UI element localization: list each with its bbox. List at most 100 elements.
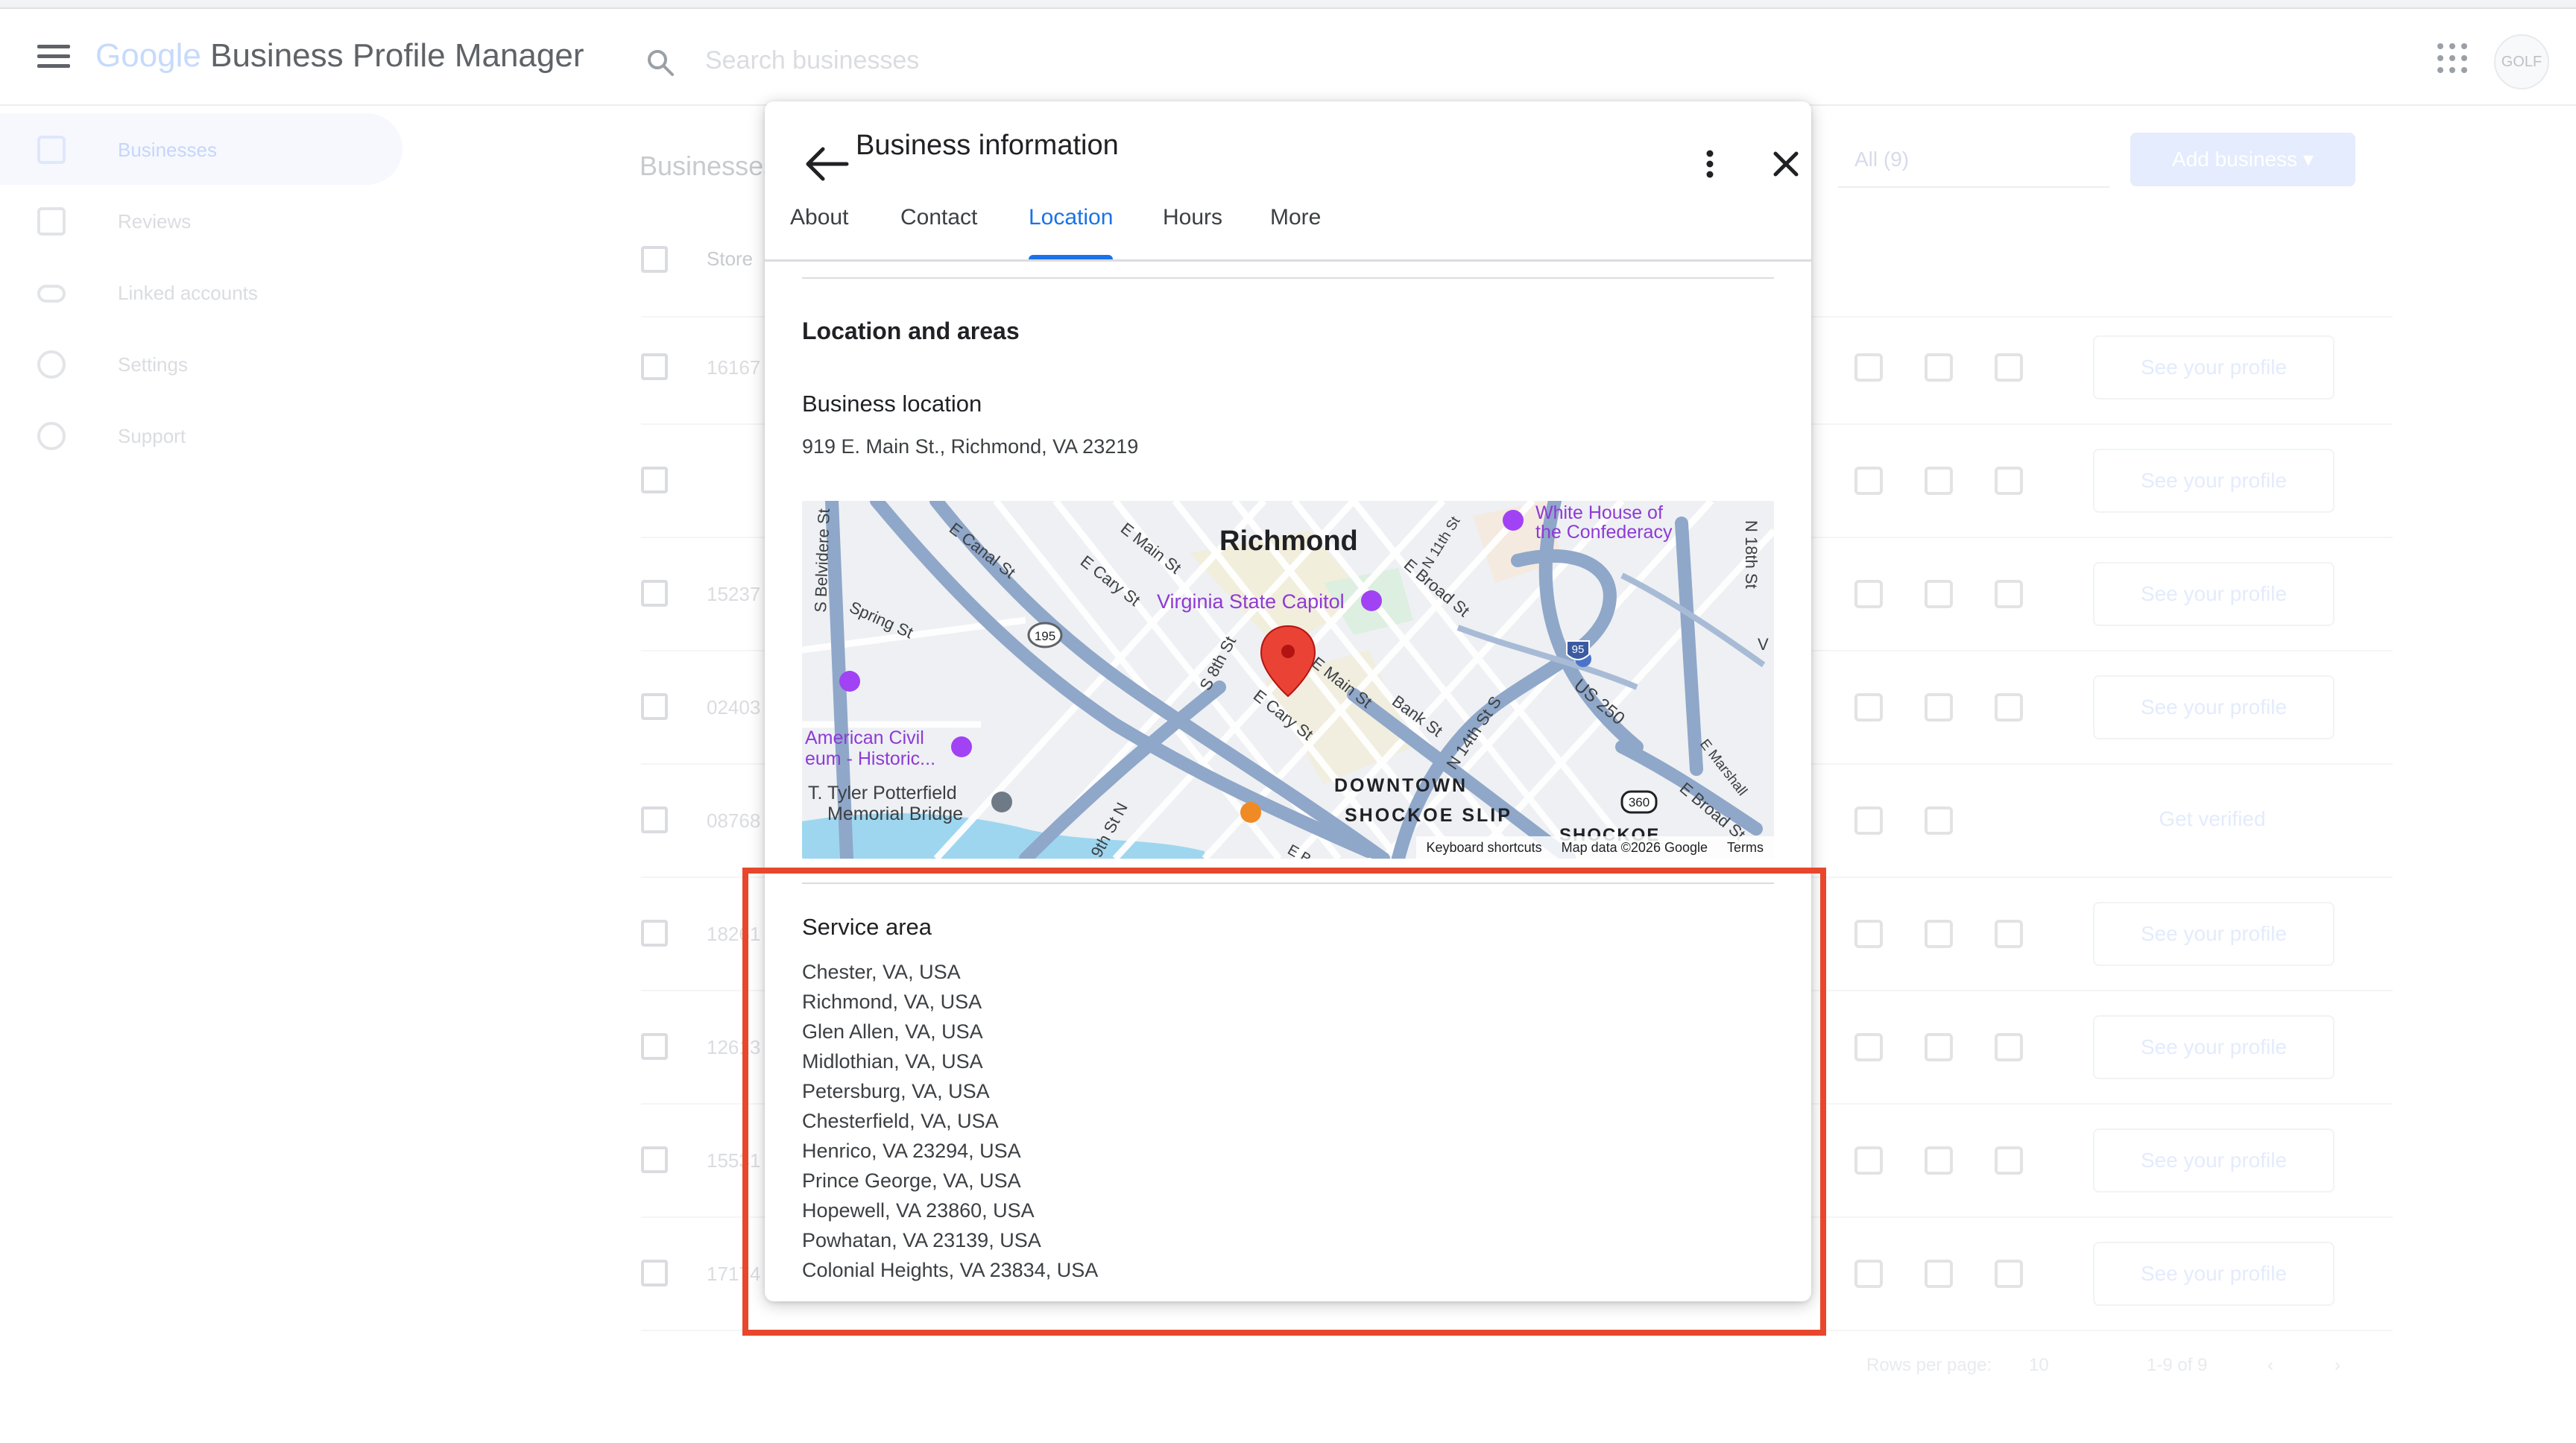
map-label-bridge: T. Tyler Potterfield (808, 783, 957, 803)
store-code: 15237 (707, 583, 761, 605)
add-post-icon[interactable] (1995, 580, 2023, 608)
route-360-label: 360 (1629, 795, 1650, 809)
row-checkbox[interactable] (641, 920, 668, 947)
search-input[interactable]: Search businesses (705, 46, 919, 75)
tab-label: Location (1029, 205, 1114, 230)
tab-hours[interactable]: Hours (1163, 203, 1222, 259)
rows-per-page-select[interactable]: 10 (2029, 1355, 2049, 1376)
see-your-profile-button[interactable]: See your profile (2093, 1015, 2334, 1079)
get-verified-button[interactable]: Get verified (2093, 789, 2332, 850)
add-photo-icon[interactable] (1925, 693, 1953, 722)
top-edge (0, 0, 2576, 9)
avatar[interactable]: GOLF (2494, 34, 2549, 89)
row-checkbox[interactable] (641, 806, 668, 833)
add-post-icon[interactable] (1995, 693, 2023, 722)
row-checkbox[interactable] (641, 1146, 668, 1173)
edit-icon[interactable] (1854, 1033, 1883, 1061)
dialog-title: Business information (856, 130, 1119, 161)
tab-more[interactable]: More (1270, 203, 1321, 259)
map-street-belvidere: S Belvidere St (811, 508, 833, 613)
store-code: 02403 (707, 696, 761, 719)
tab-label: Hours (1163, 205, 1223, 230)
add-post-icon[interactable] (1995, 467, 2023, 495)
see-your-profile-button[interactable]: See your profile (2093, 449, 2334, 513)
search-icon (648, 50, 674, 76)
add-photo-icon[interactable] (1925, 920, 1953, 948)
see-your-profile-button[interactable]: See your profile (2093, 335, 2334, 400)
column-header: Store (707, 247, 754, 270)
edit-icon[interactable] (1854, 1146, 1883, 1175)
see-your-profile-button[interactable]: See your profile (2093, 902, 2334, 966)
row-checkbox[interactable] (641, 1260, 668, 1286)
tab-about[interactable]: About (790, 203, 848, 259)
map-label-white-house-2: the Confederacy (1535, 522, 1673, 543)
add-photo-icon[interactable] (1925, 806, 1953, 835)
menu-icon[interactable] (37, 45, 70, 68)
app-brand[interactable]: Google Business Profile Manager (95, 37, 584, 75)
edit-icon[interactable] (1854, 920, 1883, 948)
add-photo-icon[interactable] (1925, 1033, 1953, 1061)
add-photo-icon[interactable] (1925, 1146, 1953, 1175)
add-post-icon[interactable] (1995, 1033, 2023, 1061)
route-195-shield: 195 (1027, 622, 1063, 648)
edit-icon[interactable] (1854, 353, 1883, 382)
see-your-profile-button[interactable]: See your profile (2093, 1128, 2334, 1193)
sidebar-item-label: Settings (118, 353, 188, 376)
add-photo-icon[interactable] (1925, 353, 1953, 382)
map-footer: Keyboard shortcuts Map data ©2026 Google… (1415, 836, 1774, 859)
map-terms-link[interactable]: Terms (1727, 836, 1764, 859)
see-your-profile-button[interactable]: See your profile (2093, 675, 2334, 739)
map-label-shockoe-slip: SHOCKOE SLIP (1345, 805, 1512, 826)
map-label-white-house: White House of (1535, 502, 1663, 523)
add-post-icon[interactable] (1995, 353, 2023, 382)
add-business-button[interactable]: Add business ▾ (2130, 133, 2355, 186)
close-button[interactable] (1750, 128, 1811, 200)
keyboard-shortcuts-link[interactable]: Keyboard shortcuts (1427, 836, 1542, 859)
pagination-range: 1-9 of 9 (2147, 1355, 2208, 1375)
active-tab-indicator (1029, 255, 1114, 259)
sidebar-item-support[interactable]: Support (0, 400, 417, 471)
map-label-downtown: DOWNTOWN (1334, 775, 1468, 796)
apps-grid-icon[interactable] (2437, 43, 2467, 73)
row-checkbox[interactable] (641, 1033, 668, 1060)
map-label-capitol: Virginia State Capitol (1157, 590, 1345, 613)
app-bar: Google Business Profile Manager Search b… (0, 9, 2576, 106)
sidebar-item-linked-accounts[interactable]: Linked accounts (0, 256, 417, 328)
sidebar-item-settings[interactable]: Settings (0, 328, 417, 400)
see-your-profile-button[interactable]: See your profile (2093, 562, 2334, 626)
edit-icon[interactable] (1854, 693, 1883, 722)
map-label-civil-war: American Civil (805, 727, 924, 748)
add-photo-icon[interactable] (1925, 467, 1953, 495)
more-options-button[interactable] (1674, 128, 1746, 200)
add-post-icon[interactable] (1995, 1146, 2023, 1175)
more-vert-icon (1706, 150, 1714, 178)
reviews-icon (37, 207, 66, 236)
sidebar-item-reviews[interactable]: Reviews (0, 185, 417, 256)
store-code: 08768 (707, 809, 761, 832)
edit-icon[interactable] (1854, 467, 1883, 495)
row-checkbox[interactable] (641, 580, 668, 607)
edit-icon[interactable] (1854, 580, 1883, 608)
edit-icon[interactable] (1854, 1260, 1883, 1288)
add-post-icon[interactable] (1995, 920, 2023, 948)
location-map[interactable]: Richmond Virginia State Capitol White Ho… (802, 501, 1774, 859)
row-checkbox[interactable] (641, 693, 668, 720)
back-button[interactable] (792, 128, 863, 200)
see-your-profile-button[interactable]: See your profile (2093, 1242, 2334, 1306)
add-post-icon[interactable] (1995, 1260, 2023, 1288)
tab-label: Contact (900, 205, 978, 230)
add-photo-icon[interactable] (1925, 580, 1953, 608)
route-95-label: 95 (1572, 643, 1585, 656)
select-all-checkbox[interactable] (641, 246, 668, 273)
sidebar-item-businesses[interactable]: Businesses (0, 113, 402, 185)
sidebar: Businesses Reviews Linked accounts Setti… (0, 113, 417, 471)
prev-page-icon[interactable]: ‹ (2267, 1355, 2273, 1376)
tab-contact[interactable]: Contact (900, 203, 977, 259)
tab-location[interactable]: Location (1029, 203, 1114, 259)
edit-icon[interactable] (1854, 806, 1883, 835)
row-checkbox[interactable] (641, 353, 668, 380)
add-photo-icon[interactable] (1925, 1260, 1953, 1288)
row-checkbox[interactable] (641, 467, 668, 493)
route-195-label: 195 (1035, 629, 1055, 643)
next-page-icon[interactable]: › (2334, 1355, 2340, 1376)
